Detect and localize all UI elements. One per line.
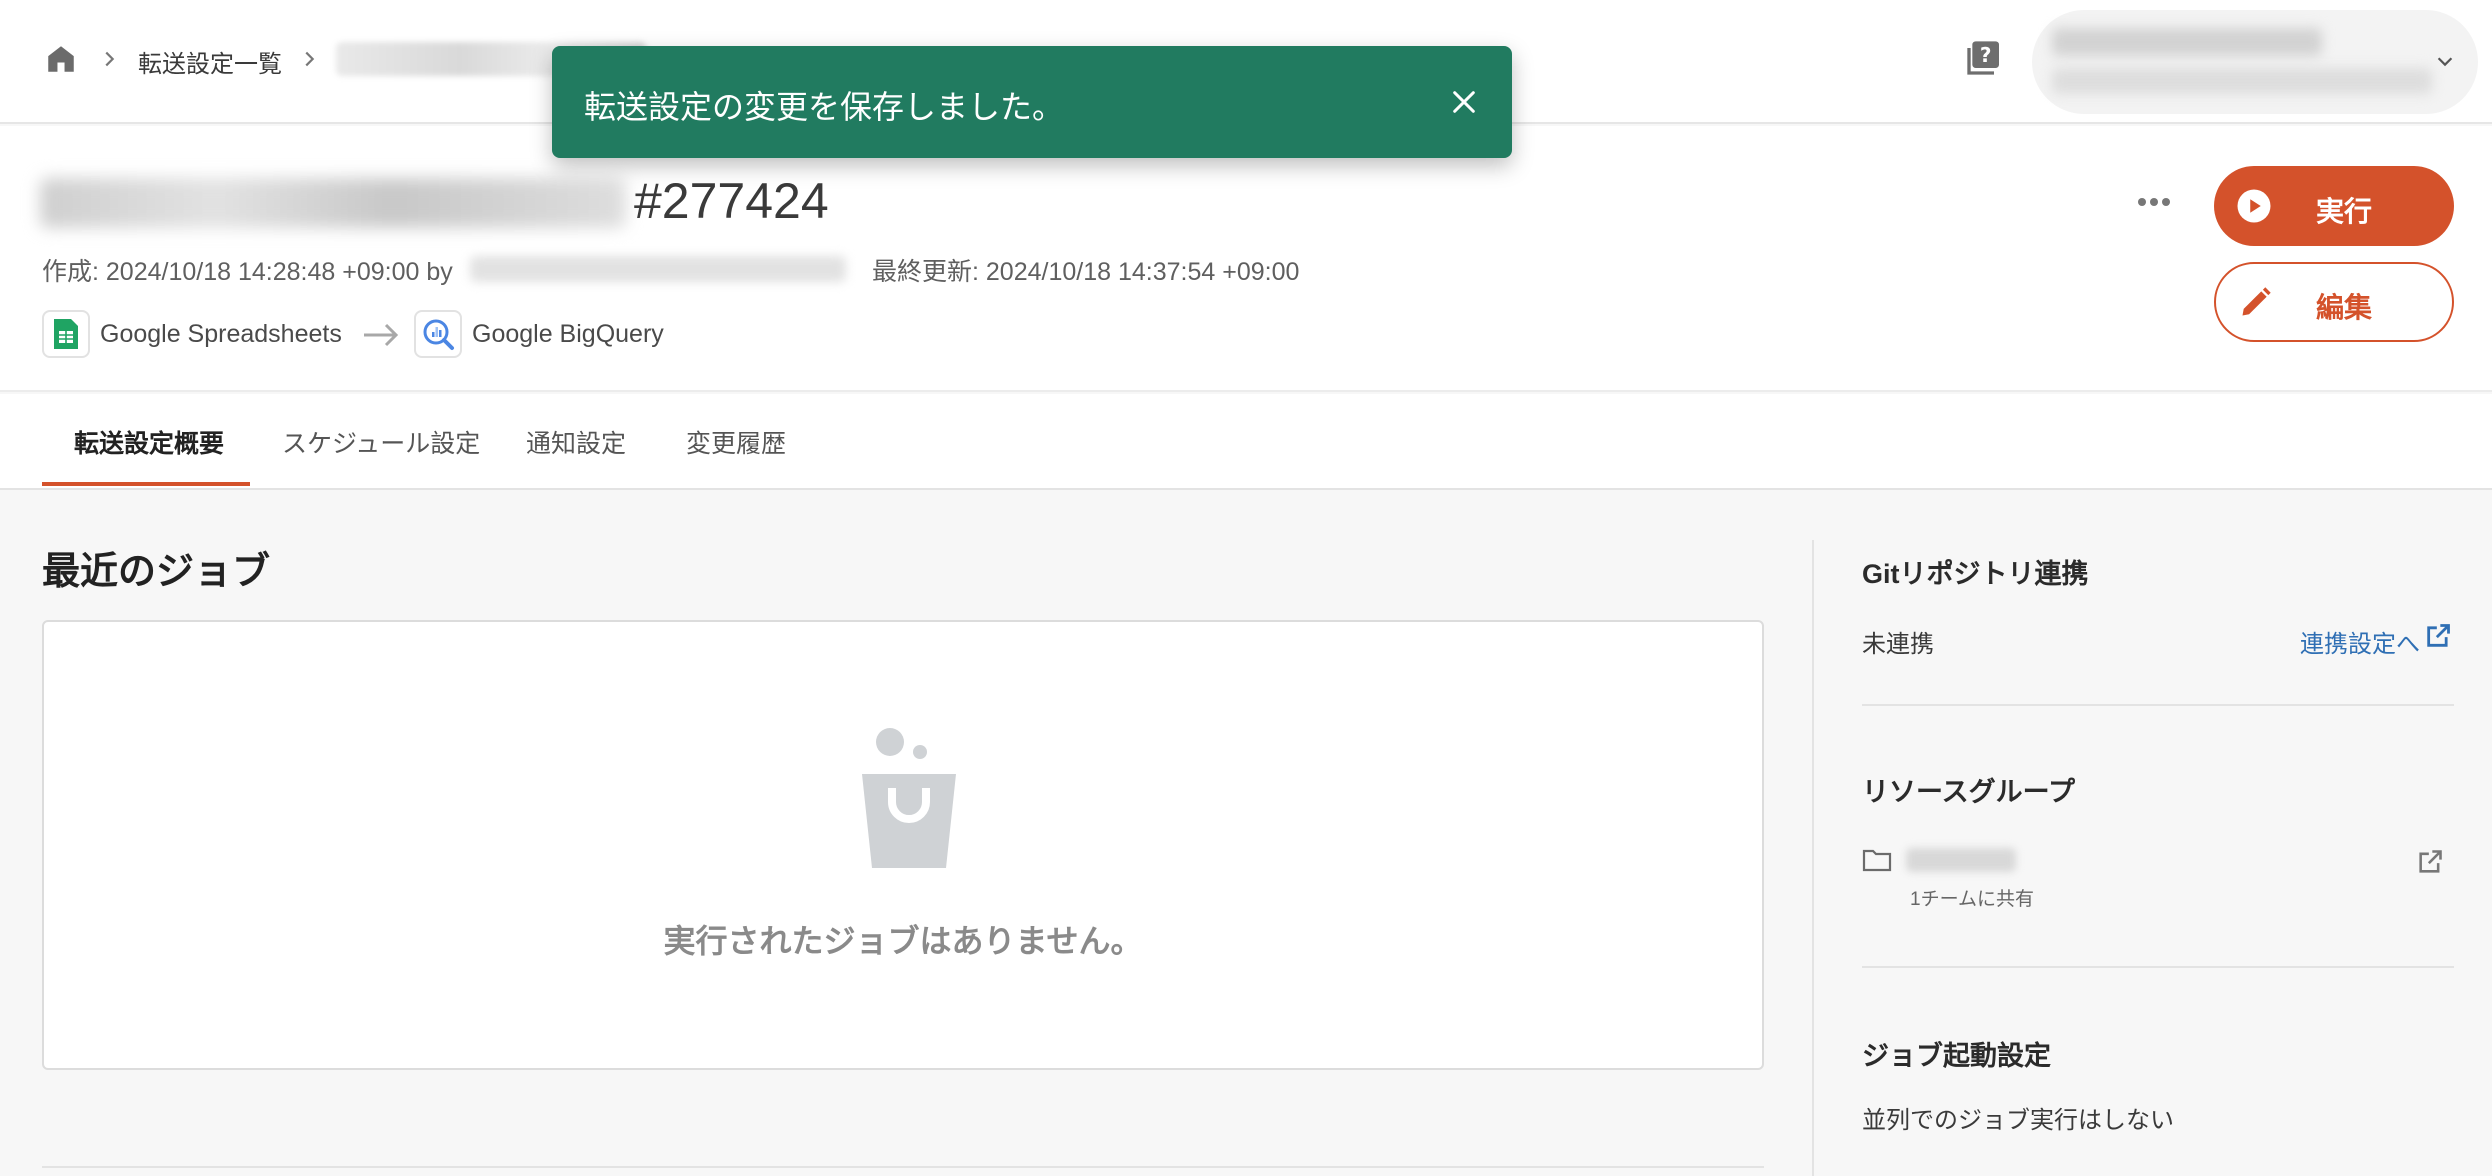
external-link-icon[interactable] <box>2416 848 2444 876</box>
success-toast: 転送設定の変更を保存しました。 <box>552 46 1512 158</box>
source-label: Google Spreadsheets <box>100 319 342 348</box>
created-meta: 作成: 2024/10/18 14:28:48 +09:00 by <box>42 258 453 286</box>
help-icon[interactable]: ? <box>1964 38 2004 78</box>
bigquery-icon <box>414 310 462 358</box>
run-label: 実行 <box>2315 196 2372 227</box>
git-status: 未連携 <box>1862 631 1934 658</box>
breadcrumb-transfer-list[interactable]: 転送設定一覧 <box>138 44 282 79</box>
google-sheets-icon <box>42 310 90 358</box>
chevron-right-icon <box>305 51 315 67</box>
tab-overview[interactable]: 転送設定概要 <box>74 424 224 460</box>
home-icon[interactable] <box>44 42 78 76</box>
resource-group-name-blurred <box>1906 848 2016 872</box>
divider <box>42 1166 1764 1168</box>
arrow-right-icon <box>364 323 399 347</box>
edit-label: 編集 <box>2315 292 2372 323</box>
close-icon[interactable] <box>1448 86 1480 118</box>
transfer-header: #277424 作成: 2024/10/18 14:28:48 +09:00 b… <box>0 126 2492 392</box>
svg-text:?: ? <box>1980 43 1992 67</box>
chevron-right-icon <box>105 51 115 67</box>
account-email-blurred <box>2052 68 2432 94</box>
divider <box>1862 966 2454 968</box>
account-menu[interactable] <box>2032 10 2478 114</box>
tab-schedule[interactable]: スケジュール設定 <box>282 424 480 460</box>
source-connector: Google Spreadsheets <box>42 310 342 358</box>
tab-bar: 転送設定概要 スケジュール設定 通知設定 変更履歴 <box>0 394 2492 490</box>
updated-meta: 最終更新: 2024/10/18 14:37:54 +09:00 <box>872 258 1300 286</box>
job-start-value: 並列でのジョブ実行はしない <box>1862 1107 2174 1134</box>
edit-button[interactable]: 編集 <box>2214 262 2454 342</box>
more-horizontal-icon[interactable] <box>2136 196 2172 208</box>
tab-notifications[interactable]: 通知設定 <box>526 424 626 460</box>
destination-label: Google BigQuery <box>472 319 664 348</box>
git-integration-title: Gitリポジトリ連携 <box>1862 559 2089 589</box>
chevron-down-icon[interactable] <box>2434 50 2456 72</box>
git-settings-link[interactable]: 連携設定へ <box>2300 624 2420 659</box>
run-button[interactable]: 実行 <box>2214 166 2454 246</box>
transfer-name-blurred <box>40 178 626 228</box>
job-start-title: ジョブ起動設定 <box>1862 1041 2051 1071</box>
external-link-icon[interactable] <box>2424 622 2452 650</box>
account-name-blurred <box>2052 28 2322 56</box>
recent-jobs-card: 実行されたジョブはありません。 <box>42 620 1764 1070</box>
resource-group-shared: 1チームに共有 <box>1910 889 2034 910</box>
active-tab-indicator <box>42 482 250 486</box>
tab-history[interactable]: 変更履歴 <box>686 424 786 460</box>
toast-message: 転送設定の変更を保存しました。 <box>584 89 1065 125</box>
creator-blurred <box>470 256 846 282</box>
destination-connector: Google BigQuery <box>414 310 664 358</box>
resource-group-title: リソースグループ <box>1862 777 2076 807</box>
empty-jobs-message: 実行されたジョブはありません。 <box>663 923 1143 959</box>
side-divider <box>1812 540 1814 1176</box>
recent-jobs-title: 最近のジョブ <box>42 551 271 593</box>
folder-icon <box>1862 849 1892 872</box>
divider <box>1862 704 2454 706</box>
transfer-id: #277424 <box>634 173 829 229</box>
empty-bucket-icon <box>862 728 956 868</box>
